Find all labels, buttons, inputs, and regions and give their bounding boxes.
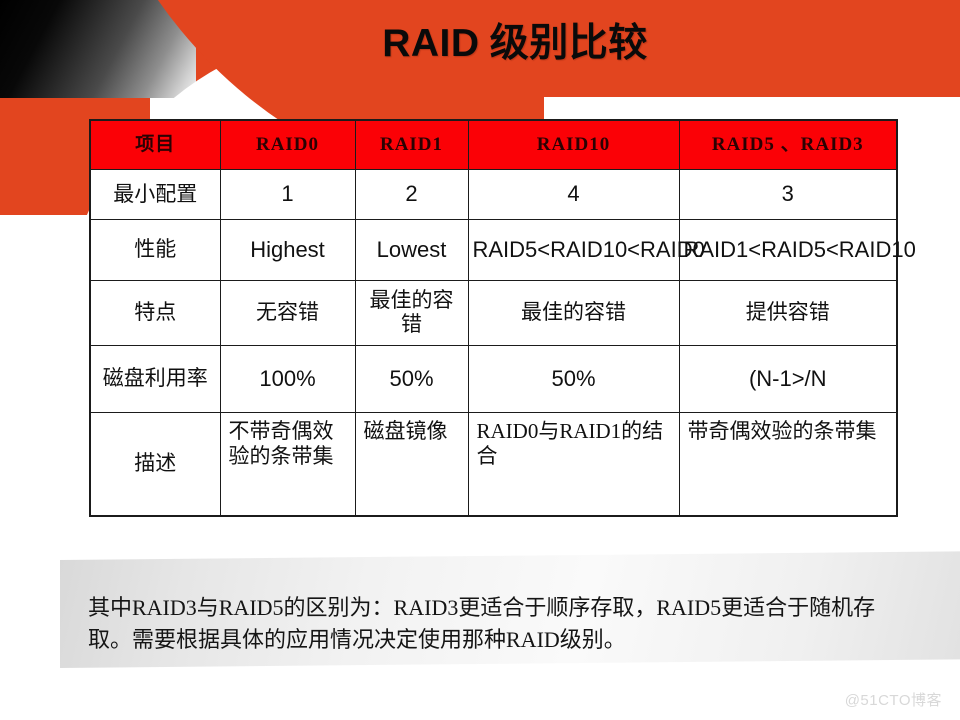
cell-min-config-raid5: 3 [678, 169, 898, 220]
cell-utilization-raid0: 100% [219, 345, 356, 413]
column-header-raid10: RAID10 [467, 119, 680, 170]
row-label-performance: 性能 [89, 219, 221, 281]
cell-min-config-raid0: 1 [219, 169, 356, 220]
raid-comparison-table: 项目 RAID0 RAID1 RAID10 RAID5 、RAID3 最小配置 … [89, 119, 916, 517]
table-row: 磁盘利用率 100% 50% 50% (N-1>/N [89, 345, 898, 413]
table-header-row: 项目 RAID0 RAID1 RAID10 RAID5 、RAID3 [89, 119, 898, 170]
cell-min-config-raid10: 4 [467, 169, 680, 220]
cell-description-raid10: RAID0与RAID1的结合 [467, 412, 680, 517]
cell-performance-raid10: RAID5<RAID10<RAID0 [467, 219, 705, 281]
row-label-description: 描述 [89, 412, 221, 517]
watermark: @51CTO博客 [844, 692, 942, 709]
cell-feature-raid1: 最佳的容错 [354, 280, 469, 346]
cell-feature-raid10: 最佳的容错 [467, 280, 680, 346]
page-title-cjk: 级别比较 [479, 22, 648, 65]
table-row: 特点 无容错 最佳的容错 最佳的容错 提供容错 [89, 280, 898, 346]
row-label-min-config: 最小配置 [89, 169, 221, 220]
cell-performance-raid5: RAID1<RAID5<RAID10 [678, 219, 916, 281]
cell-performance-raid1: Lowest [354, 219, 469, 281]
cell-feature-raid0: 无容错 [219, 280, 356, 346]
row-label-feature: 特点 [89, 280, 221, 346]
table-row: 最小配置 1 2 4 3 [89, 169, 898, 220]
cell-description-raid0: 不带奇偶效验的条带集 [219, 412, 356, 517]
cell-utilization-raid5: (N-1>/N [678, 345, 898, 413]
cell-performance-raid0: Highest [219, 219, 356, 281]
note-text: 其中RAID3与RAID5的区别为：RAID3更适合于顺序存取，RAID5更适合… [88, 595, 876, 652]
cell-utilization-raid1: 50% [354, 345, 469, 413]
row-label-disk-utilization: 磁盘利用率 [89, 345, 221, 413]
page-title: RAID 级别比较 [0, 12, 960, 68]
page-title-latin: RAID [382, 22, 480, 65]
cell-description-raid1: 磁盘镜像 [354, 412, 469, 517]
column-header-raid0: RAID0 [219, 119, 356, 170]
table-row: 描述 不带奇偶效验的条带集 磁盘镜像 RAID0与RAID1的结合 带奇偶效验的… [89, 412, 898, 517]
column-header-raid5-raid3: RAID5 、RAID3 [678, 119, 898, 170]
cell-feature-raid5: 提供容错 [678, 280, 898, 346]
column-header-item: 项目 [89, 119, 221, 170]
column-header-raid1: RAID1 [354, 119, 469, 170]
slide-canvas: RAID 级别比较 项目 RAID0 RAID1 RAID10 RAID5 、R… [0, 0, 960, 720]
cell-utilization-raid10: 50% [467, 345, 680, 413]
cell-min-config-raid1: 2 [354, 169, 469, 220]
cell-description-raid5: 带奇偶效验的条带集 [678, 412, 898, 517]
table-row: 性能 Highest Lowest RAID5<RAID10<RAID0 RAI… [89, 219, 916, 281]
